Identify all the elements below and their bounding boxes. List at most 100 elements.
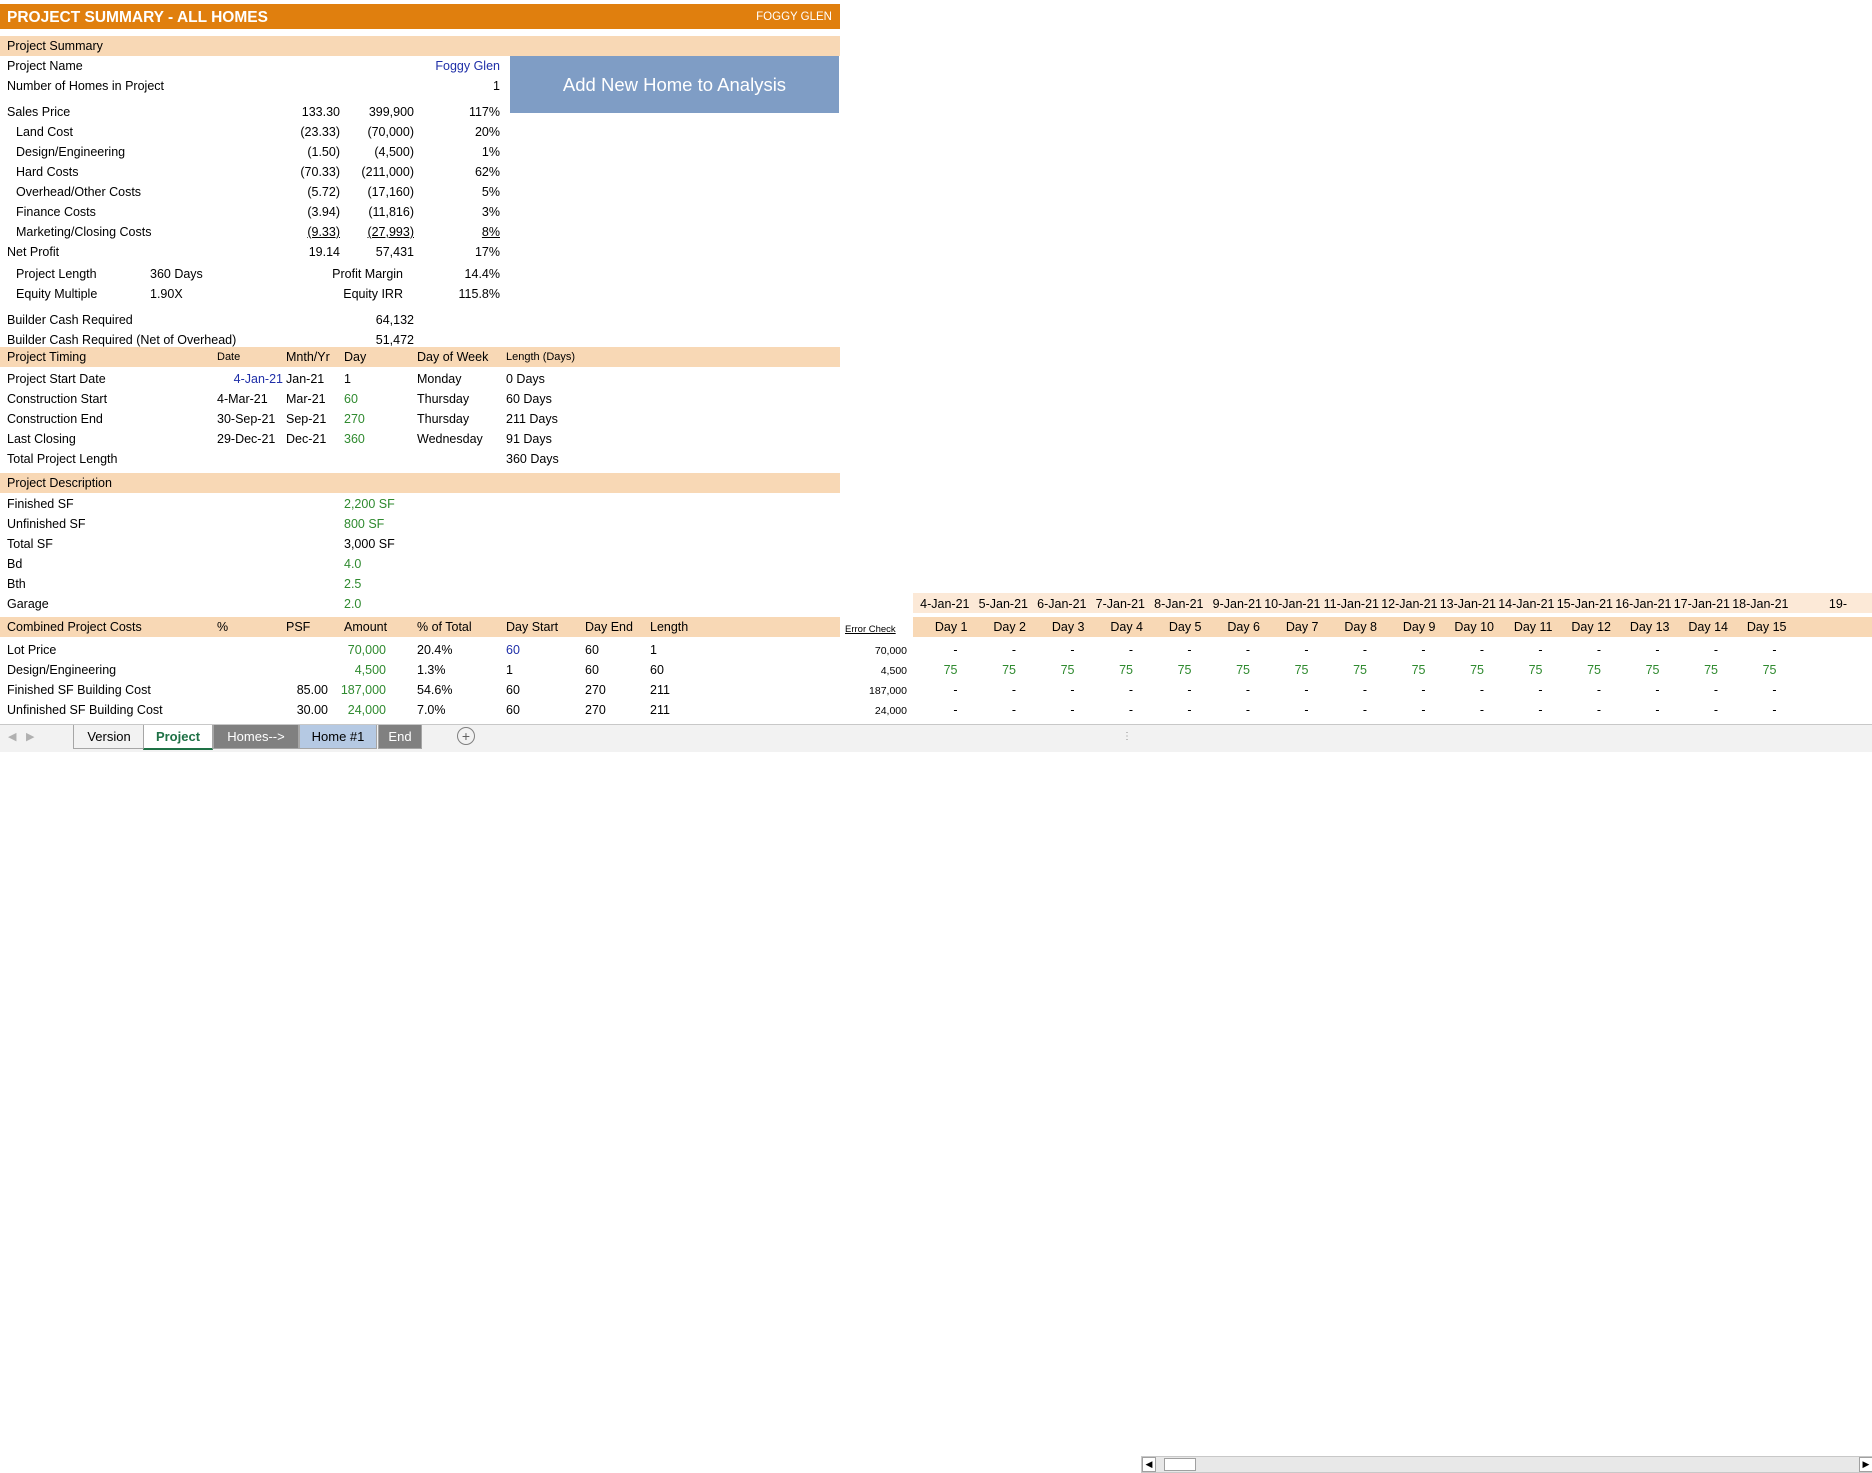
cell-length[interactable]: 91 Days	[506, 432, 552, 446]
cell-day-start[interactable]: 60	[506, 643, 520, 657]
cell-length[interactable]: 60	[650, 663, 664, 677]
cell-mnth[interactable]: Dec-21	[286, 432, 326, 446]
cell-day-end[interactable]: 270	[585, 683, 606, 697]
cell-day-start[interactable]: 60	[506, 683, 520, 697]
cell-day[interactable]: 1	[344, 372, 351, 386]
timeline-cell[interactable]: -	[913, 643, 957, 657]
timeline-cell[interactable]: -	[1089, 643, 1133, 657]
cell-value[interactable]: 1.90X	[150, 287, 183, 301]
cell-length[interactable]: 1	[650, 643, 657, 657]
timeline-cell[interactable]: 75	[1557, 663, 1601, 677]
cell-psf[interactable]: (3.94)	[260, 205, 340, 219]
cell-dow[interactable]: Thursday	[417, 392, 469, 406]
timeline-cell[interactable]: 75	[1089, 663, 1133, 677]
cell-project-name[interactable]: Foggy Glen	[400, 59, 500, 73]
cell-pct-total[interactable]: 54.6%	[417, 683, 452, 697]
cell-psf[interactable]: 85.00	[256, 683, 328, 697]
cell-day[interactable]: 60	[344, 392, 358, 406]
add-sheet-icon[interactable]: +	[457, 727, 475, 745]
cell-amount[interactable]: 399,900	[330, 105, 414, 119]
cell-amount[interactable]: (17,160)	[330, 185, 414, 199]
cell-day-start[interactable]: 1	[506, 663, 513, 677]
timeline-cell[interactable]: 75	[1440, 663, 1484, 677]
cell-pct[interactable]: 62%	[420, 165, 500, 179]
cell-value[interactable]: 14.4%	[420, 267, 500, 281]
cell-psf[interactable]: 133.30	[260, 105, 340, 119]
timeline-cell[interactable]: -	[1264, 683, 1308, 697]
cell-pct[interactable]: 1%	[420, 145, 500, 159]
tab-end[interactable]: End	[378, 725, 422, 749]
cell-date[interactable]: 4-Jan-21	[217, 372, 283, 386]
cell-pct[interactable]: 17%	[420, 245, 500, 259]
tab-version[interactable]: Version	[73, 725, 145, 749]
timeline-cell[interactable]: -	[1030, 683, 1074, 697]
timeline-cell[interactable]: -	[1732, 643, 1776, 657]
timeline-cell[interactable]: 75	[1732, 663, 1777, 677]
timeline-cell[interactable]: -	[1147, 643, 1191, 657]
cell-value[interactable]: 360 Days	[150, 267, 203, 281]
cell-date[interactable]: 4-Mar-21	[217, 392, 283, 406]
timeline-cell[interactable]: -	[972, 703, 1016, 717]
timeline-cell[interactable]: -	[1323, 643, 1367, 657]
cell-error-check[interactable]: 4,500	[820, 665, 907, 677]
cell-value[interactable]: 115.8%	[420, 287, 500, 301]
timeline-cell[interactable]: 75	[1264, 663, 1309, 677]
timeline-cell[interactable]: -	[1440, 683, 1484, 697]
timeline-cell[interactable]: 75	[1206, 663, 1250, 677]
scroll-thumb[interactable]	[1164, 1458, 1196, 1471]
timeline-cell[interactable]: -	[1498, 643, 1542, 657]
timeline-cell[interactable]: -	[1030, 703, 1074, 717]
tab-homes[interactable]: Homes-->	[213, 725, 299, 749]
cell-error-check[interactable]: 70,000	[820, 645, 907, 657]
cell-pct[interactable]: 117%	[420, 105, 500, 119]
timeline-cell[interactable]: -	[1147, 703, 1191, 717]
cell-length[interactable]: 211	[650, 683, 670, 697]
cell-day-start[interactable]: 60	[506, 703, 520, 717]
cell-date[interactable]: 29-Dec-21	[217, 432, 283, 446]
horizontal-scrollbar[interactable]: ◀ ▶	[1141, 1456, 1872, 1473]
cell-day[interactable]: 270	[344, 412, 365, 426]
timeline-cell[interactable]: -	[1264, 703, 1308, 717]
timeline-cell[interactable]: 75	[1323, 663, 1367, 677]
timeline-cell[interactable]: -	[1440, 643, 1484, 657]
cell-pct[interactable]: 8%	[420, 225, 500, 239]
cell-length[interactable]: 60 Days	[506, 392, 552, 406]
timeline-cell[interactable]: -	[1323, 683, 1367, 697]
cell-value[interactable]: 4.0	[344, 557, 361, 571]
timeline-cell[interactable]: -	[1440, 703, 1484, 717]
tab-scroll-left-icon[interactable]: ◀	[8, 730, 16, 743]
timeline-cell[interactable]: -	[1615, 683, 1659, 697]
timeline-cell[interactable]: 75	[972, 663, 1016, 677]
cell-dow[interactable]: Thursday	[417, 412, 469, 426]
splitter-handle-icon[interactable]: ⋮	[1122, 731, 1132, 742]
cell-length[interactable]: 211 Days	[506, 412, 558, 426]
cell-amount[interactable]: (11,816)	[330, 205, 414, 219]
cell-value[interactable]: 2,200 SF	[344, 497, 395, 511]
tab-project[interactable]: Project	[143, 725, 213, 750]
timeline-cell[interactable]: -	[1381, 703, 1425, 717]
timeline-cell[interactable]: 75	[1615, 663, 1660, 677]
cell-psf[interactable]: (70.33)	[260, 165, 340, 179]
cell-error-check[interactable]: 24,000	[820, 705, 907, 717]
timeline-cell[interactable]: 75	[1147, 663, 1192, 677]
timeline-cell[interactable]: -	[1498, 703, 1542, 717]
timeline-cell[interactable]: -	[1206, 643, 1250, 657]
cell-mnth[interactable]: Sep-21	[286, 412, 326, 426]
timeline-cell[interactable]: -	[1732, 683, 1776, 697]
timeline-cell[interactable]: -	[1557, 703, 1601, 717]
cell-psf[interactable]: (23.33)	[260, 125, 340, 139]
timeline-cell[interactable]: -	[1264, 643, 1308, 657]
timeline-cell[interactable]: -	[1206, 703, 1250, 717]
cell-value[interactable]: 800 SF	[344, 517, 384, 531]
tab-scroll-right-icon[interactable]: ▶	[26, 730, 34, 743]
cell-psf[interactable]: (1.50)	[260, 145, 340, 159]
timeline-cell[interactable]: -	[1674, 703, 1718, 717]
cell-amount[interactable]: 187,000	[330, 683, 386, 697]
timeline-cell[interactable]: -	[1615, 703, 1659, 717]
cell-amount[interactable]: (211,000)	[330, 165, 414, 179]
timeline-cell[interactable]: 75	[1030, 663, 1075, 677]
timeline-cell[interactable]: -	[1674, 683, 1718, 697]
timeline-cell[interactable]: -	[913, 683, 957, 697]
timeline-cell[interactable]: -	[1089, 683, 1133, 697]
cell-psf[interactable]: (9.33)	[260, 225, 340, 239]
